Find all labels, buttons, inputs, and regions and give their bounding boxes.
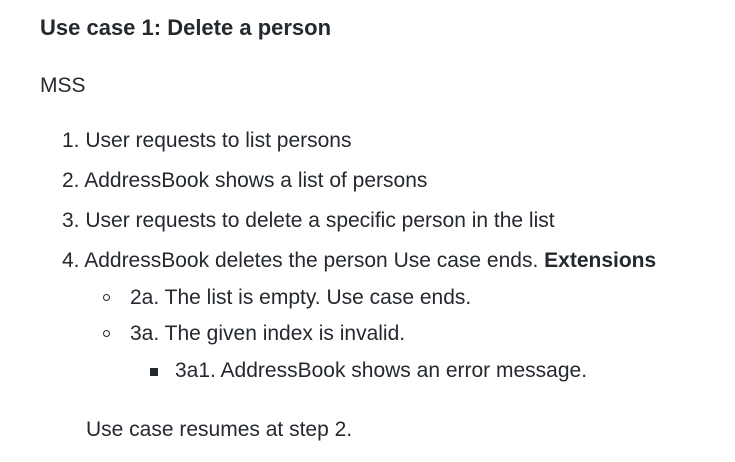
resume-note: Use case resumes at step 2.	[86, 418, 353, 441]
step-text: AddressBook shows a list of persons	[84, 169, 428, 192]
extension-text: 2a. The list is empty. Use case ends.	[130, 286, 472, 309]
step-number: 1.	[62, 129, 80, 152]
extension-text: 3a. The given index is invalid.	[130, 322, 406, 345]
extensions-label: Extensions	[544, 249, 657, 272]
list-item: 1. User requests to list persons	[62, 127, 351, 155]
step-number: 4.	[62, 249, 80, 272]
list-item: 4. AddressBook deletes the person Use ca…	[62, 247, 656, 275]
list-item: 2. AddressBook shows a list of persons	[62, 167, 427, 195]
step-text: AddressBook deletes the person Use case …	[84, 249, 545, 272]
list-item: 3. User requests to delete a specific pe…	[62, 207, 555, 235]
square-bullet-icon	[150, 368, 158, 376]
step-text: User requests to delete a specific perso…	[85, 209, 555, 232]
step-number: 2.	[62, 169, 80, 192]
hollow-circle-bullet-icon	[103, 294, 110, 301]
page-title: Use case 1: Delete a person	[40, 15, 332, 40]
step-text: User requests to list persons	[85, 129, 352, 152]
hollow-circle-bullet-icon	[103, 330, 110, 337]
sub-extension-text: 3a1. AddressBook shows an error message.	[175, 359, 588, 382]
mss-heading: MSS	[40, 74, 86, 97]
step-number: 3.	[62, 209, 80, 232]
